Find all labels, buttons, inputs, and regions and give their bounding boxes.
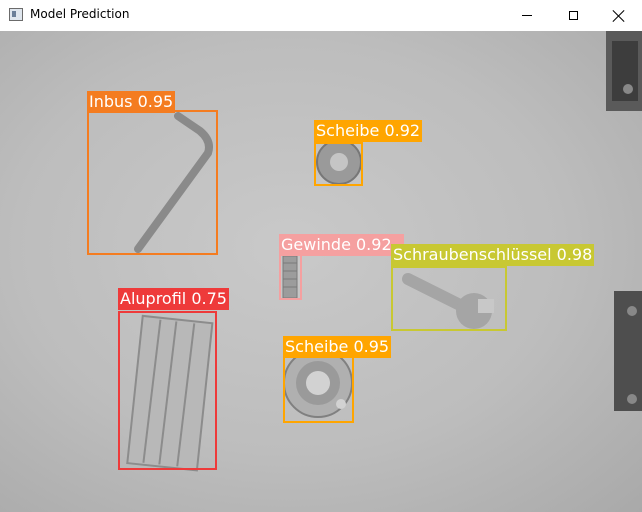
detection-box-inbus — [87, 110, 218, 255]
app-icon — [9, 8, 23, 21]
detection-label-scheibe-small: Scheibe 0.92 — [314, 120, 423, 142]
window-titlebar[interactable]: Model Prediction — [0, 0, 642, 32]
detection-box-scheibe-large — [283, 355, 354, 423]
maximize-icon — [568, 11, 578, 20]
detection-box-schraubenschluessel — [391, 266, 507, 331]
fixture-bottom-right — [614, 291, 642, 411]
detection-label-scheibe-large: Scheibe 0.95 — [283, 336, 392, 358]
close-icon — [613, 10, 625, 22]
window-title: Model Prediction — [30, 7, 130, 21]
detection-box-gewinde — [279, 254, 302, 300]
maximize-button[interactable] — [550, 0, 596, 31]
minimize-icon — [522, 15, 532, 16]
close-button[interactable] — [596, 0, 642, 31]
fixture-top-right — [606, 31, 642, 111]
minimize-button[interactable] — [504, 0, 550, 31]
detection-box-scheibe-small — [314, 142, 363, 186]
detection-box-aluprofil — [118, 311, 217, 470]
detection-label-aluprofil: Aluprofil 0.75 — [118, 288, 229, 310]
prediction-image: Inbus 0.95 Scheibe 0.92 Gewinde 0.92 Sch… — [0, 31, 642, 512]
detection-label-inbus: Inbus 0.95 — [87, 91, 176, 113]
detection-label-gewinde: Gewinde 0.92 — [279, 234, 404, 256]
detection-label-schraubenschluessel: Schraubenschlüssel 0.98 — [391, 244, 595, 266]
